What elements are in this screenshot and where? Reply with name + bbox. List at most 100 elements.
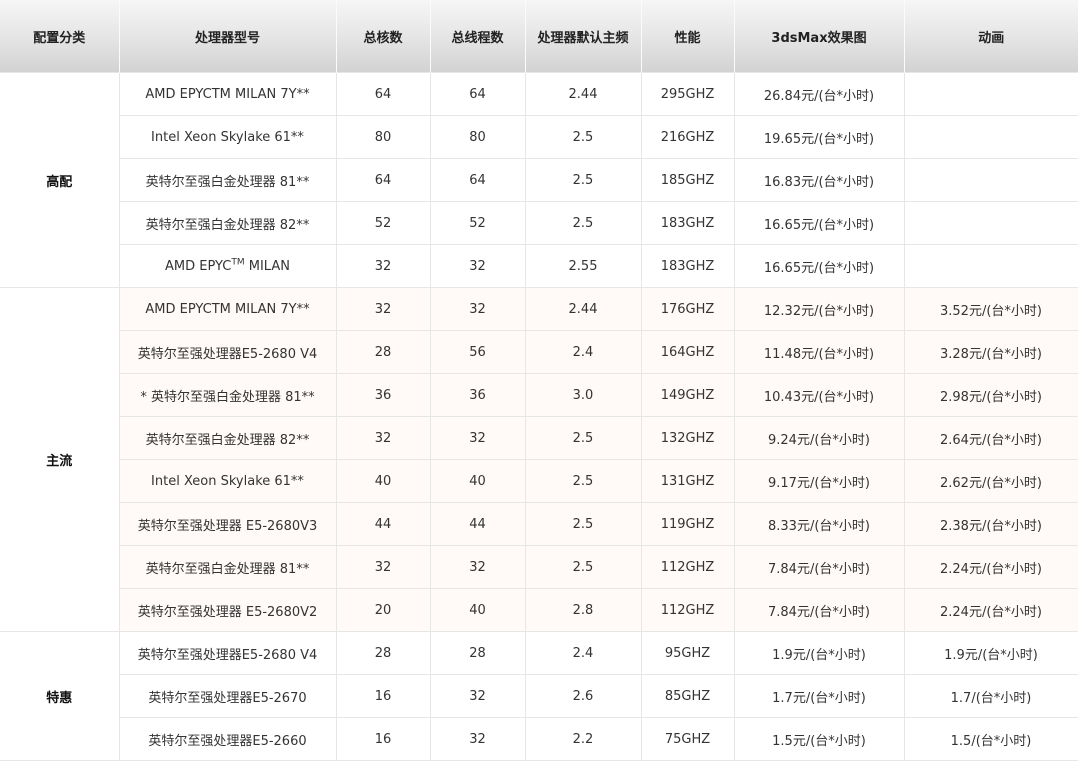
cell-threads: 40	[429, 459, 526, 503]
cell-cores: 32	[335, 287, 431, 331]
cell-animation-price: 2.64元/(台*小时)	[903, 416, 1078, 460]
cell-3dsmax-price: 9.17元/(台*小时)	[733, 459, 905, 503]
pricing-table-container: 配置分类 处理器型号 总核数 总线程数 处理器默认主频 性能 3dsMax效果图…	[0, 0, 1078, 764]
cell-threads: 32	[429, 416, 526, 460]
cell-cores: 28	[335, 330, 431, 374]
cell-3dsmax-price: 1.7元/(台*小时)	[733, 674, 905, 718]
table-row: 英特尔至强白金处理器 81** 32 32 2.5 112GHZ 7.84元/(…	[0, 545, 1078, 589]
cell-3dsmax-price: 7.84元/(台*小时)	[733, 588, 905, 632]
cell-animation-price	[903, 244, 1078, 288]
cell-threads: 36	[429, 373, 526, 417]
cell-frequency: 2.2	[524, 717, 642, 761]
cell-animation-price: 2.38元/(台*小时)	[903, 502, 1078, 546]
cell-animation-price	[903, 158, 1078, 202]
cell-model: Intel Xeon Skylake 61**	[118, 115, 337, 159]
cell-3dsmax-price: 7.84元/(台*小时)	[733, 545, 905, 589]
cell-performance: 164GHZ	[640, 330, 735, 374]
cell-performance: 149GHZ	[640, 373, 735, 417]
header-model: 处理器型号	[118, 0, 336, 73]
cell-frequency: 3.0	[524, 373, 642, 417]
cell-frequency: 2.5	[524, 158, 642, 202]
cell-frequency: 2.5	[524, 201, 642, 245]
table-row: 英特尔至强处理器 E5-2680V2 20 40 2.8 112GHZ 7.84…	[0, 588, 1078, 632]
cell-threads: 40	[429, 588, 526, 632]
cell-threads: 44	[429, 502, 526, 546]
cell-3dsmax-price: 16.65元/(台*小时)	[733, 244, 905, 288]
table-row: * 英特尔至强白金处理器 81** 36 36 3.0 149GHZ 10.43…	[0, 373, 1078, 417]
cell-threads: 64	[429, 158, 526, 202]
cell-threads: 80	[429, 115, 526, 159]
cell-cores: 32	[335, 416, 431, 460]
cell-threads: 32	[429, 287, 526, 331]
cell-performance: 183GHZ	[640, 244, 735, 288]
cell-threads: 32	[429, 244, 526, 288]
header-animation: 动画	[903, 0, 1078, 73]
cell-3dsmax-price: 8.33元/(台*小时)	[733, 502, 905, 546]
cell-animation-price: 2.98元/(台*小时)	[903, 373, 1078, 417]
pricing-table: 配置分类 处理器型号 总核数 总线程数 处理器默认主频 性能 3dsMax效果图…	[0, 0, 1078, 761]
cell-model: 英特尔至强处理器 E5-2680V2	[118, 588, 337, 632]
cell-3dsmax-price: 19.65元/(台*小时)	[733, 115, 905, 159]
cell-performance: 295GHZ	[640, 72, 735, 116]
cell-model: AMD EPYCTM MILAN 7Y**	[118, 72, 337, 116]
table-row: 英特尔至强白金处理器 82** 32 32 2.5 132GHZ 9.24元/(…	[0, 416, 1078, 460]
cell-animation-price: 1.9元/(台*小时)	[903, 631, 1078, 675]
cell-performance: 176GHZ	[640, 287, 735, 331]
header-row: 配置分类 处理器型号 总核数 总线程数 处理器默认主频 性能 3dsMax效果图…	[0, 0, 1078, 73]
cell-cores: 52	[335, 201, 431, 245]
table-row: 特惠 英特尔至强处理器E5-2680 V4 28 28 2.4 95GHZ 1.…	[0, 631, 1078, 761]
cell-3dsmax-price: 16.65元/(台*小时)	[733, 201, 905, 245]
cell-performance: 75GHZ	[640, 717, 735, 761]
cell-performance: 85GHZ	[640, 674, 735, 718]
cell-cores: 40	[335, 459, 431, 503]
cell-model: 英特尔至强处理器E5-2680 V4	[118, 631, 337, 675]
cell-frequency: 2.4	[524, 631, 642, 675]
cell-cores: 80	[335, 115, 431, 159]
category-label: 主流	[0, 287, 120, 632]
trademark-superscript: TM	[231, 257, 245, 268]
cell-cores: 32	[335, 244, 431, 288]
table-row: 高配 AMD EPYCTM MILAN 7Y** 64 64 2.44 295G…	[0, 72, 1078, 288]
group-high-end: 高配 AMD EPYCTM MILAN 7Y** 64 64 2.44 295G…	[0, 72, 1078, 288]
table-row: 英特尔至强处理器E5-2670 16 32 2.6 85GHZ 1.7元/(台*…	[0, 674, 1078, 718]
cell-performance: 112GHZ	[640, 588, 735, 632]
cell-performance: 185GHZ	[640, 158, 735, 202]
cell-performance: 216GHZ	[640, 115, 735, 159]
cell-frequency: 2.6	[524, 674, 642, 718]
cell-animation-price: 2.24元/(台*小时)	[903, 588, 1078, 632]
cell-animation-price: 1.5/(台*小时)	[903, 717, 1078, 761]
cell-frequency: 2.5	[524, 459, 642, 503]
cell-cores: 28	[335, 631, 431, 675]
cell-cores: 16	[335, 674, 431, 718]
cell-performance: 112GHZ	[640, 545, 735, 589]
header-category: 配置分类	[0, 0, 119, 73]
cell-frequency: 2.4	[524, 330, 642, 374]
table-row: 英特尔至强白金处理器 81** 64 64 2.5 185GHZ 16.83元/…	[0, 158, 1078, 202]
cell-cores: 64	[335, 158, 431, 202]
cell-animation-price: 3.52元/(台*小时)	[903, 287, 1078, 331]
cell-performance: 183GHZ	[640, 201, 735, 245]
table-row: Intel Xeon Skylake 61** 40 40 2.5 131GHZ…	[0, 459, 1078, 503]
cell-animation-price: 2.62元/(台*小时)	[903, 459, 1078, 503]
cell-threads: 28	[429, 631, 526, 675]
cell-model: 英特尔至强白金处理器 81**	[118, 158, 337, 202]
header-cores: 总核数	[335, 0, 430, 73]
cell-model: 英特尔至强处理器E5-2660	[118, 717, 337, 761]
cell-threads: 32	[429, 674, 526, 718]
cell-3dsmax-price: 11.48元/(台*小时)	[733, 330, 905, 374]
cell-frequency: 2.5	[524, 545, 642, 589]
category-label: 特惠	[0, 631, 120, 761]
cell-animation-price: 2.24元/(台*小时)	[903, 545, 1078, 589]
cell-cores: 64	[335, 72, 431, 116]
cell-frequency: 2.44	[524, 287, 642, 331]
table-row: 英特尔至强处理器E5-2660 16 32 2.2 75GHZ 1.5元/(台*…	[0, 717, 1078, 761]
cell-frequency: 2.5	[524, 502, 642, 546]
cell-threads: 32	[429, 717, 526, 761]
model-prefix: AMD EPYC	[165, 258, 232, 274]
cell-model: 英特尔至强处理器 E5-2680V3	[118, 502, 337, 546]
cell-3dsmax-price: 26.84元/(台*小时)	[733, 72, 905, 116]
cell-model: AMD EPYCTM MILAN 7Y**	[118, 287, 337, 331]
group-discount: 特惠 英特尔至强处理器E5-2680 V4 28 28 2.4 95GHZ 1.…	[0, 631, 1078, 761]
table-row: Intel Xeon Skylake 61** 80 80 2.5 216GHZ…	[0, 115, 1078, 159]
cell-threads: 32	[429, 545, 526, 589]
